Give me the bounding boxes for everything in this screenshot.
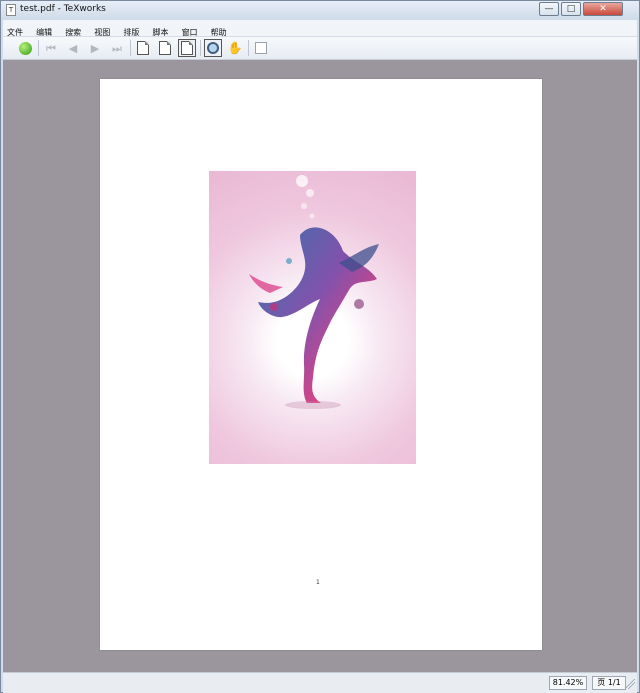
first-page-button[interactable]: ⏮: [42, 39, 60, 57]
window-title: test.pdf - TeXworks: [20, 4, 106, 14]
actual-size-button[interactable]: [134, 39, 152, 57]
pdf-page: 1: [100, 79, 542, 650]
magnifier-icon: [207, 42, 219, 54]
magnifier-tool-button[interactable]: [204, 39, 222, 57]
page-status[interactable]: 页 1/1: [592, 676, 626, 690]
typeset-icon: [18, 41, 32, 55]
next-page-icon: ▶: [90, 41, 100, 55]
fit-page-button[interactable]: [178, 39, 196, 57]
pdf-viewer[interactable]: 1: [3, 60, 637, 672]
dancer-poster-image: [209, 171, 416, 464]
toolbar-separator: [248, 40, 249, 56]
resize-grip-icon[interactable]: [625, 679, 635, 689]
small-zoom-button[interactable]: [252, 39, 270, 57]
maximize-button[interactable]: □: [561, 2, 581, 16]
title-bar: T test.pdf - TeXworks — □ ✕: [1, 1, 639, 20]
hand-tool-icon: ✋: [227, 41, 243, 55]
hand-tool-button[interactable]: ✋: [226, 39, 244, 57]
zoom-small-icon: [255, 42, 267, 54]
menu-bar: 文件 编辑 搜索 视图 排版 脚本 窗口 帮助: [3, 20, 637, 37]
fit-width-icon: [159, 41, 171, 55]
toolbar-separator: [200, 40, 201, 56]
toolbar-separator: [38, 40, 39, 56]
minimize-button[interactable]: —: [539, 2, 559, 16]
previous-page-button[interactable]: ◀: [64, 39, 82, 57]
actual-size-icon: [137, 41, 149, 55]
dancer-illustration: [249, 175, 379, 409]
next-page-button[interactable]: ▶: [86, 39, 104, 57]
page-number-text: 1: [316, 579, 320, 586]
texworks-app-icon: T: [6, 4, 16, 16]
last-page-button[interactable]: ⏭: [108, 39, 126, 57]
typeset-button[interactable]: [16, 39, 34, 57]
last-page-icon: ⏭: [112, 41, 122, 55]
toolbar-separator: [130, 40, 131, 56]
viewer-toolbar: ⏮ ◀ ▶ ⏭ ✋: [3, 37, 637, 60]
close-button[interactable]: ✕: [583, 2, 623, 16]
previous-page-icon: ◀: [68, 41, 78, 55]
fit-page-icon: [181, 41, 193, 55]
fit-width-button[interactable]: [156, 39, 174, 57]
texworks-window: T test.pdf - TeXworks — □ ✕ 文件 编辑 搜索 视图 …: [0, 0, 640, 693]
first-page-icon: ⏮: [46, 41, 56, 55]
zoom-status[interactable]: 81.42%: [549, 676, 587, 690]
status-bar: 81.42% 页 1/1: [3, 672, 637, 693]
